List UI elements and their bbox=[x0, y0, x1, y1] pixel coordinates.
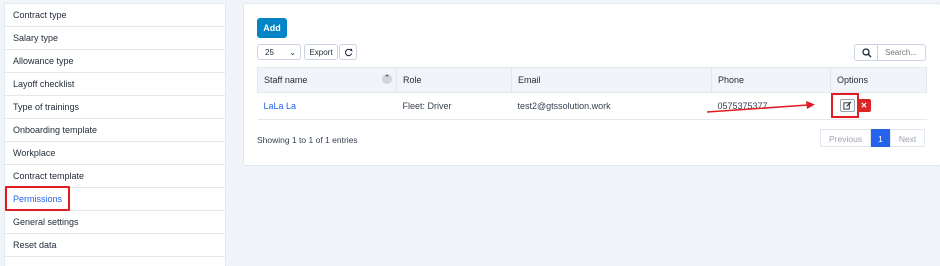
settings-sidebar: Contract type Salary type Allowance type… bbox=[4, 3, 226, 266]
table-header-row: Staff name ⌃ Role Email Phone Options bbox=[257, 67, 927, 93]
staff-name-link[interactable]: LaLa La bbox=[264, 101, 297, 111]
search-button[interactable] bbox=[854, 44, 878, 61]
pagination: Previous 1 Next bbox=[820, 129, 926, 147]
column-header-role[interactable]: Role bbox=[396, 67, 512, 93]
page-length-select[interactable]: 25 ⌄ bbox=[257, 44, 301, 60]
sidebar-item-permissions[interactable]: Permissions bbox=[5, 186, 225, 211]
reload-icon bbox=[344, 48, 353, 57]
sidebar-item-type-of-trainings[interactable]: Type of trainings bbox=[5, 96, 225, 119]
column-header-label: Email bbox=[518, 75, 541, 85]
column-header-label: Phone bbox=[718, 75, 745, 85]
table-info: Showing 1 to 1 of 1 entries bbox=[257, 135, 358, 145]
delete-button[interactable]: ✕ bbox=[857, 99, 871, 112]
staff-name-cell: LaLa La bbox=[257, 92, 397, 120]
sort-icon[interactable]: ⌃ bbox=[382, 74, 392, 84]
column-header-options: Options bbox=[830, 67, 927, 93]
email-cell: test2@gtssolution.work bbox=[511, 92, 712, 120]
sidebar-item-contract-template[interactable]: Contract template bbox=[5, 165, 225, 188]
phone-cell: 0575375377 bbox=[711, 92, 831, 120]
search-icon bbox=[862, 48, 872, 58]
reload-button[interactable] bbox=[339, 44, 357, 60]
options-cell: ✕ bbox=[830, 92, 927, 120]
column-header-email[interactable]: Email bbox=[511, 67, 712, 93]
permissions-panel: Add 25 ⌄ Export Staff name ⌃ Role Email … bbox=[243, 3, 940, 166]
sidebar-item-reset-data[interactable]: Reset data bbox=[5, 234, 225, 257]
export-button[interactable]: Export bbox=[304, 44, 338, 60]
sidebar-item-layoff-checklist[interactable]: Layoff checklist bbox=[5, 73, 225, 96]
column-header-label: Options bbox=[837, 75, 869, 85]
staff-table: Staff name ⌃ Role Email Phone Options La… bbox=[257, 67, 927, 120]
column-header-label: Staff name bbox=[264, 75, 308, 85]
column-header-phone[interactable]: Phone bbox=[711, 67, 831, 93]
page-length-value: 25 bbox=[265, 48, 274, 57]
sidebar-item-onboarding-template[interactable]: Onboarding template bbox=[5, 119, 225, 142]
column-header-staff-name[interactable]: Staff name ⌃ bbox=[257, 67, 397, 93]
role-cell: Fleet: Driver bbox=[396, 92, 512, 120]
chevron-down-icon: ⌄ bbox=[289, 48, 296, 57]
edit-button[interactable] bbox=[839, 99, 855, 112]
sidebar-item-salary-type[interactable]: Salary type bbox=[5, 27, 225, 50]
pagination-page-1[interactable]: 1 bbox=[871, 129, 890, 147]
sidebar-item-workplace[interactable]: Workplace bbox=[5, 142, 225, 165]
column-header-label: Role bbox=[403, 75, 422, 85]
pagination-next[interactable]: Next bbox=[889, 129, 926, 147]
search-input[interactable] bbox=[878, 44, 926, 61]
sidebar-item-allowance-type[interactable]: Allowance type bbox=[5, 50, 225, 73]
table-row: LaLa La Fleet: Driver test2@gtssolution.… bbox=[257, 92, 927, 120]
edit-icon bbox=[842, 101, 851, 110]
add-button[interactable]: Add bbox=[257, 18, 287, 38]
sidebar-item-contract-type[interactable]: Contract type bbox=[5, 4, 225, 27]
close-icon: ✕ bbox=[860, 101, 868, 110]
sidebar-item-general-settings[interactable]: General settings bbox=[5, 211, 225, 234]
pagination-previous[interactable]: Previous bbox=[820, 129, 872, 147]
